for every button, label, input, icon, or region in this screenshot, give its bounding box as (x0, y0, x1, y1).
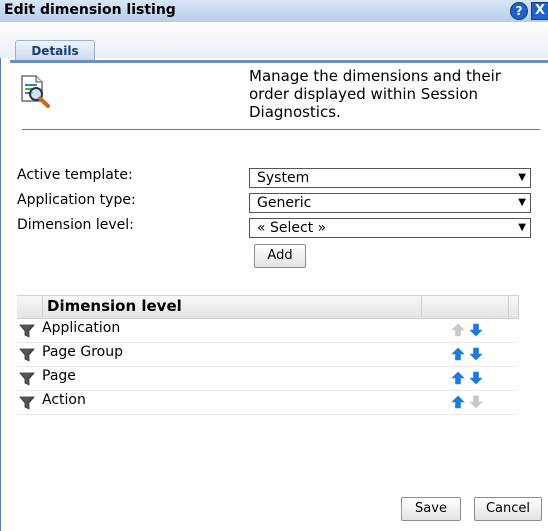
active-template-label: Active template: (17, 167, 133, 183)
table-row[interactable]: Action (17, 390, 517, 415)
application-type-label: Application type: (17, 192, 136, 208)
move-up-icon (451, 323, 465, 337)
grid-column-divider (518, 295, 519, 317)
active-template-select[interactable]: System ▼ (249, 168, 531, 188)
funnel-icon[interactable] (19, 323, 35, 339)
dimension-level-label: Dimension level: (17, 217, 134, 233)
section-divider (22, 129, 540, 130)
funnel-icon[interactable] (19, 347, 35, 363)
row-label: Page Group (42, 344, 123, 360)
dropdown-arrow-icon: ▼ (518, 222, 526, 233)
row-label: Action (42, 392, 86, 408)
cancel-button[interactable]: Cancel (474, 497, 542, 521)
help-icon[interactable]: ? (510, 2, 528, 20)
funnel-icon[interactable] (19, 371, 35, 387)
move-down-icon (469, 395, 483, 409)
table-row[interactable]: Page (17, 366, 517, 391)
table-row[interactable]: Page Group (17, 342, 517, 367)
grid-column-divider (508, 295, 509, 317)
tab-underline (10, 60, 548, 63)
dimension-level-value: « Select » (257, 220, 327, 236)
move-up-icon[interactable] (451, 347, 465, 361)
row-label: Page (42, 368, 76, 384)
dimension-level-select[interactable]: « Select » ▼ (249, 218, 531, 238)
dialog-title-bar: Edit dimension listing ? X (0, 0, 548, 23)
dialog-title: Edit dimension listing (4, 2, 176, 18)
application-type-select[interactable]: Generic ▼ (249, 193, 531, 213)
funnel-icon[interactable] (19, 395, 35, 411)
grid-column-divider (421, 295, 422, 317)
move-down-icon[interactable] (469, 347, 483, 361)
move-up-icon[interactable] (451, 395, 465, 409)
close-icon[interactable]: X (531, 2, 548, 20)
grid-column-divider (42, 295, 43, 317)
move-down-icon[interactable] (469, 323, 483, 337)
dropdown-arrow-icon: ▼ (518, 172, 526, 183)
grid-header-dimension-level[interactable]: Dimension level (47, 297, 182, 315)
row-label: Application (42, 320, 121, 336)
table-row[interactable]: Application (17, 318, 517, 343)
save-button[interactable]: Save (401, 497, 461, 521)
description-text: Manage the dimensions and their order di… (249, 67, 501, 121)
active-template-value: System (257, 170, 310, 186)
document-search-icon (16, 73, 52, 109)
add-button[interactable]: Add (254, 244, 306, 268)
move-down-icon[interactable] (469, 371, 483, 385)
application-type-value: Generic (257, 195, 312, 211)
dropdown-arrow-icon: ▼ (518, 197, 526, 208)
move-up-icon[interactable] (451, 371, 465, 385)
tab-details[interactable]: Details (15, 40, 95, 61)
